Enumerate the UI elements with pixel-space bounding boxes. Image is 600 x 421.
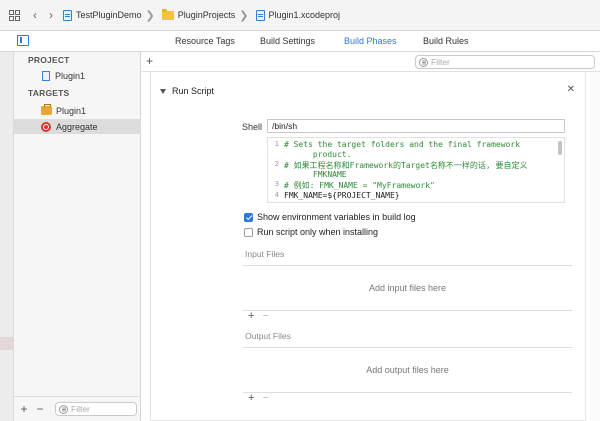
script-scrollbar[interactable] <box>558 141 562 155</box>
line-number: 3 <box>274 180 279 188</box>
disclosure-triangle-icon[interactable] <box>160 88 166 94</box>
filter-placeholder: Filter <box>71 404 90 414</box>
input-files-tools: + − <box>248 310 269 322</box>
run-only-checkbox[interactable] <box>244 227 253 237</box>
sidebar-item-target-aggregate[interactable]: Aggregate <box>14 119 141 134</box>
add-target-button[interactable]: + <box>16 402 32 416</box>
shell-field[interactable] <box>267 119 565 133</box>
remove-output-file-button[interactable]: − <box>262 392 268 404</box>
sidebar-item-label: Aggregate <box>56 121 98 132</box>
remove-input-file-button[interactable]: − <box>262 310 268 322</box>
line-number: 2 <box>274 160 279 168</box>
input-files-placeholder: Add input files here <box>368 283 447 293</box>
sidebar-item-project[interactable]: Plugin1 <box>14 68 141 83</box>
xcode-window: ‹ › TestPluginDemo ❯ PluginProjects ❯ Pl… <box>0 0 600 421</box>
sidebar-item-target-plugin1[interactable]: Plugin1 <box>14 103 141 118</box>
project-file-icon <box>63 9 72 21</box>
run-only-label: Run script only when installing <box>257 227 379 237</box>
tab-build-settings[interactable]: Build Settings <box>260 36 315 46</box>
add-output-file-button[interactable]: + <box>248 392 254 404</box>
navigator-highlight <box>0 337 14 350</box>
sidebar-item-label: Plugin1 <box>56 105 87 116</box>
breadcrumb-project[interactable]: TestPluginDemo ❯ <box>63 9 158 22</box>
output-files-label: Output Files <box>245 331 291 341</box>
folder-icon <box>161 8 174 20</box>
tab-resource-tags[interactable]: Resource Tags <box>175 36 235 46</box>
project-icon <box>42 70 50 81</box>
tab-build-phases[interactable]: Build Phases <box>344 36 397 46</box>
output-files-tools: + − <box>248 392 269 404</box>
line-text: # 例如: FMK_NAME = "MyFramework" <box>284 181 435 190</box>
sidebar-toggle-icon[interactable] <box>17 35 29 46</box>
input-files-list[interactable]: Add input files here <box>243 265 572 311</box>
breadcrumb-folder[interactable]: PluginProjects ❯ <box>161 8 252 22</box>
show-env-checkbox[interactable] <box>244 212 253 222</box>
sidebar-footer: + − Filter <box>14 396 141 421</box>
add-build-phase-button[interactable]: + <box>146 54 153 68</box>
add-input-file-button[interactable]: + <box>248 310 254 322</box>
filter-icon <box>419 57 428 67</box>
jump-bar: ‹ › TestPluginDemo ❯ PluginProjects ❯ Pl… <box>0 0 600 31</box>
phase-title: Run Script <box>172 86 215 96</box>
run-only-checkbox-row[interactable]: Run script only when installing <box>244 227 378 237</box>
project-file-icon <box>255 9 265 21</box>
line-text: FMKNAME <box>284 170 347 179</box>
phases-toolbar: + Filter <box>141 52 600 72</box>
chevron-right-icon: ❯ <box>145 9 155 22</box>
filter-placeholder: Filter <box>431 57 450 67</box>
navigator-strip <box>0 52 14 421</box>
project-section-header: PROJECT <box>28 55 70 65</box>
breadcrumb-xcodeproj[interactable]: Plugin1.xcodeproj <box>255 9 341 21</box>
output-files-list[interactable]: Add output files here <box>243 347 572 393</box>
show-env-checkbox-row[interactable]: Show environment variables in build log <box>244 212 416 222</box>
targets-section-header: TARGETS <box>28 88 70 98</box>
line-text: product. <box>284 150 352 159</box>
phases-filter-field[interactable]: Filter <box>415 55 595 69</box>
close-icon[interactable]: ✕ <box>567 84 575 95</box>
editor-scrollbar[interactable] <box>590 72 600 421</box>
line-number: 1 <box>274 140 279 148</box>
tab-build-rules[interactable]: Build Rules <box>423 36 469 46</box>
show-env-label: Show environment variables in build log <box>257 212 416 222</box>
line-text: # Sets the target folders and the final … <box>284 140 521 149</box>
toolbox-icon <box>41 104 52 115</box>
breadcrumb-label: PluginProjects <box>177 10 236 20</box>
line-number: 4 <box>274 191 279 199</box>
editor-tab-bar: Resource Tags Build Settings Build Phase… <box>0 31 600 52</box>
breadcrumb-label: Plugin1.xcodeproj <box>268 10 341 20</box>
breadcrumb-label: TestPluginDemo <box>76 10 142 20</box>
output-files-placeholder: Add output files here <box>366 365 449 375</box>
sidebar-item-label: Plugin1 <box>55 70 86 81</box>
filter-icon <box>59 404 68 414</box>
phase-header[interactable]: Run Script <box>160 86 214 96</box>
target-icon <box>41 121 51 132</box>
input-files-label: Input Files <box>245 249 285 259</box>
project-target-list: PROJECT Plugin1 TARGETS Plugin1 Aggregat… <box>14 52 141 421</box>
grid-icon[interactable] <box>7 8 21 22</box>
forward-arrow-icon[interactable]: › <box>43 8 59 22</box>
chevron-right-icon: ❯ <box>239 9 249 22</box>
line-text: FMK_NAME=${PROJECT_NAME} <box>284 191 400 200</box>
script-editor[interactable]: 1 # Sets the target folders and the fina… <box>267 137 565 203</box>
sidebar-filter-field[interactable]: Filter <box>55 402 137 416</box>
run-script-phase: Run Script ✕ Shell 1 # Sets the target f… <box>150 72 586 421</box>
shell-label: Shell <box>242 122 263 132</box>
remove-target-button[interactable]: − <box>32 402 48 416</box>
back-arrow-icon[interactable]: ‹ <box>27 8 43 22</box>
